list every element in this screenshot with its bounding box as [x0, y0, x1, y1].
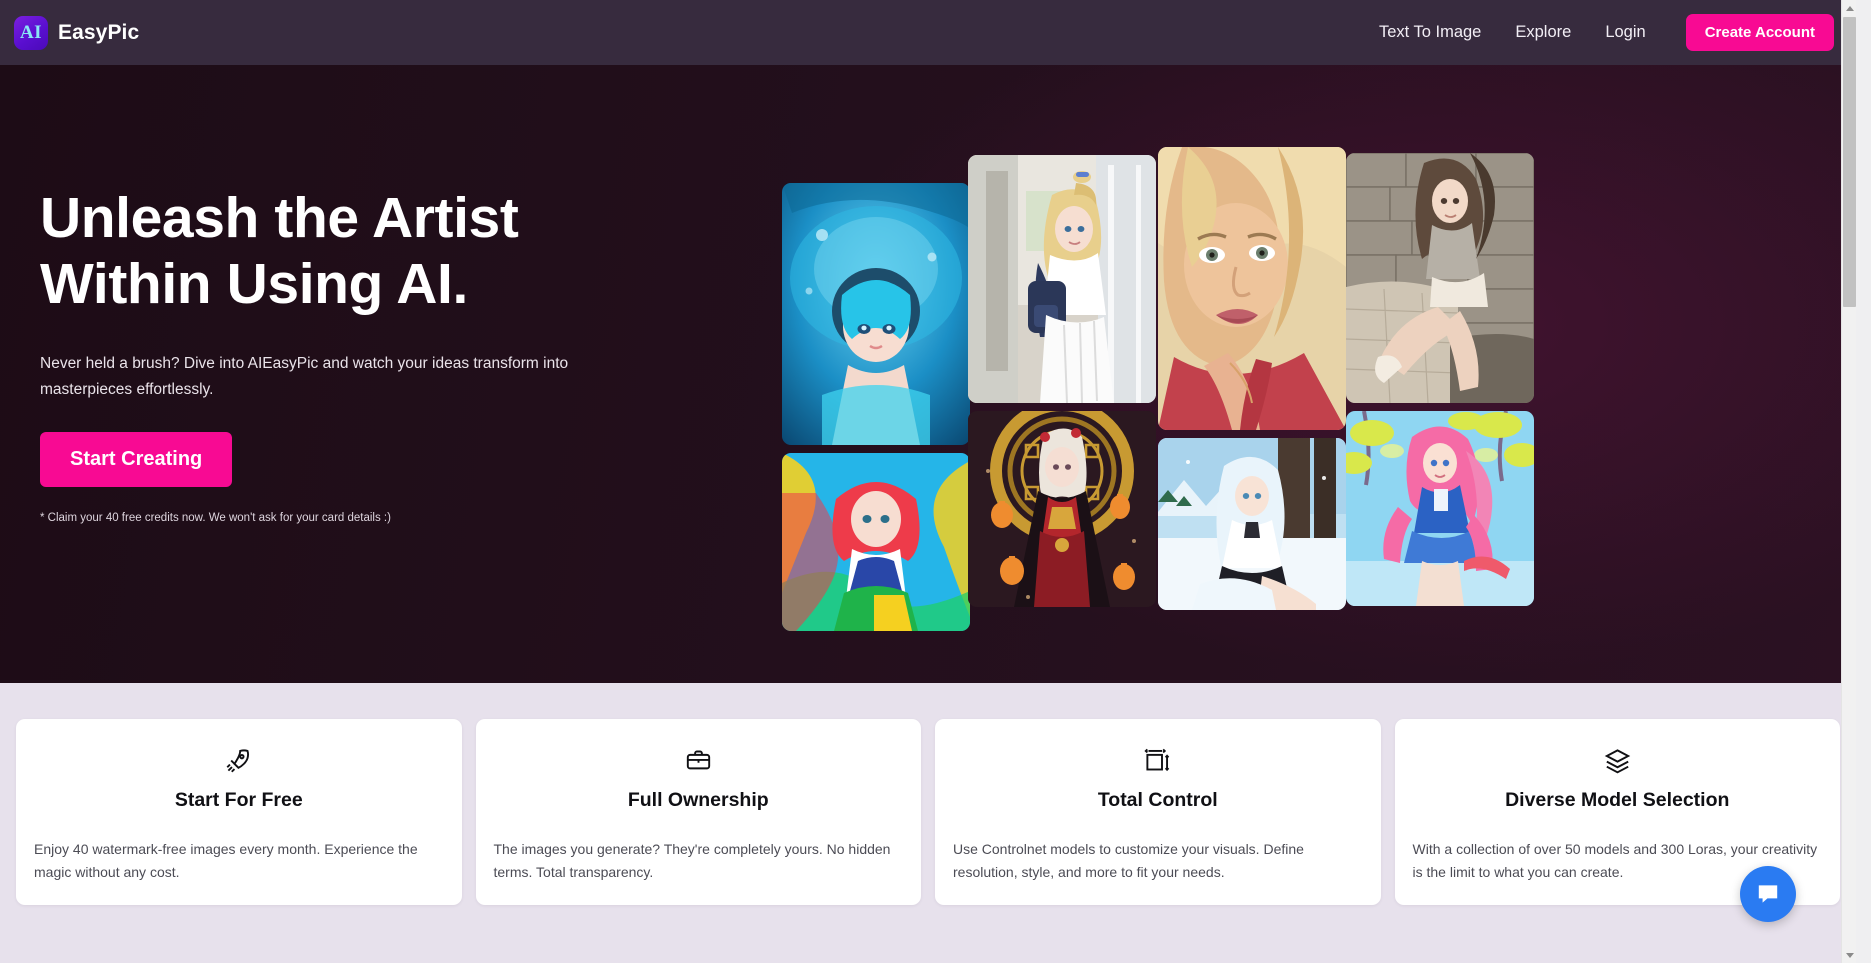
nav-login[interactable]: Login [1605, 23, 1645, 42]
gallery-image-snow-scene[interactable] [1158, 438, 1346, 610]
gallery-column-4 [1346, 153, 1534, 614]
hero-image-gallery [782, 65, 1856, 683]
create-account-button[interactable]: Create Account [1685, 14, 1834, 51]
features-section: Start For Free Enjoy 40 watermark-free i… [0, 683, 1856, 963]
nav-explore[interactable]: Explore [1515, 23, 1571, 42]
gallery-image-stone-wall[interactable] [1346, 153, 1534, 403]
start-creating-button[interactable]: Start Creating [40, 432, 233, 488]
page-title: Unleash the Artist Within Using AI. [40, 186, 519, 317]
feature-title: Total Control [1097, 789, 1218, 811]
feature-card-full-ownership: Full Ownership The images you generate? … [475, 719, 921, 906]
feature-description: Enjoy 40 watermark-free images every mon… [34, 841, 418, 880]
chat-widget-button[interactable] [1740, 866, 1796, 922]
gallery-art [968, 411, 1156, 607]
gallery-art [968, 155, 1156, 403]
gallery-image-water-nymph[interactable] [782, 183, 970, 445]
hero-credit-note: * Claim your 40 free credits now. We won… [40, 512, 391, 525]
gallery-image-schoolgirl[interactable] [968, 155, 1156, 403]
gallery-art [1158, 438, 1346, 610]
ai-badge-icon: AI [14, 15, 48, 50]
gallery-art [1346, 411, 1534, 606]
hero-copy: Unleash the Artist Within Using AI. Neve… [40, 185, 680, 524]
feature-title: Diverse Model Selection [1505, 789, 1730, 811]
scroll-up-arrow-icon[interactable] [1842, 0, 1856, 16]
gallery-art [782, 453, 970, 631]
scrollbar-thumb[interactable] [1843, 17, 1856, 307]
hero-section: Unleash the Artist Within Using AI. Neve… [0, 65, 1856, 683]
rocket-icon [34, 745, 444, 775]
gallery-column-2 [968, 155, 1156, 615]
gallery-art [782, 183, 970, 445]
gallery-image-rainbow-dress[interactable] [782, 453, 970, 631]
feature-description: Use Controlnet models to customize your … [953, 841, 1304, 880]
gallery-column-3 [1158, 147, 1346, 618]
briefcase-icon [494, 745, 904, 775]
gallery-image-pink-hair-forest[interactable] [1346, 411, 1534, 606]
gallery-image-blonde-portrait[interactable] [1158, 147, 1346, 430]
scroll-down-arrow-icon[interactable] [1842, 947, 1856, 963]
brand[interactable]: AI EasyPic [14, 15, 140, 50]
site-header: AI EasyPic Text To Image Explore Login C… [0, 0, 1856, 65]
page-root: AI EasyPic Text To Image Explore Login C… [0, 0, 1856, 963]
brand-name: EasyPic [58, 20, 140, 44]
main-nav: Text To Image Explore Login Create Accou… [1379, 14, 1834, 51]
nav-text-to-image[interactable]: Text To Image [1379, 23, 1481, 42]
resize-dimensions-icon [953, 745, 1363, 775]
gallery-column-1 [782, 183, 970, 639]
gallery-art [1346, 153, 1534, 403]
feature-title: Start For Free [174, 789, 303, 811]
vertical-scrollbar[interactable] [1841, 0, 1856, 963]
feature-title: Full Ownership [627, 789, 769, 811]
feature-description: The images you generate? They're complet… [493, 841, 891, 880]
layers-icon [1413, 745, 1823, 775]
gallery-art [1158, 147, 1346, 430]
hero-subtitle: Never held a brush? Dive into AIEasyPic … [40, 355, 569, 398]
gallery-image-hanfu-lanterns[interactable] [968, 411, 1156, 607]
chat-bubble-icon [1758, 885, 1778, 903]
feature-card-start-for-free: Start For Free Enjoy 40 watermark-free i… [16, 719, 462, 906]
feature-card-total-control: Total Control Use Controlnet models to c… [935, 719, 1381, 906]
